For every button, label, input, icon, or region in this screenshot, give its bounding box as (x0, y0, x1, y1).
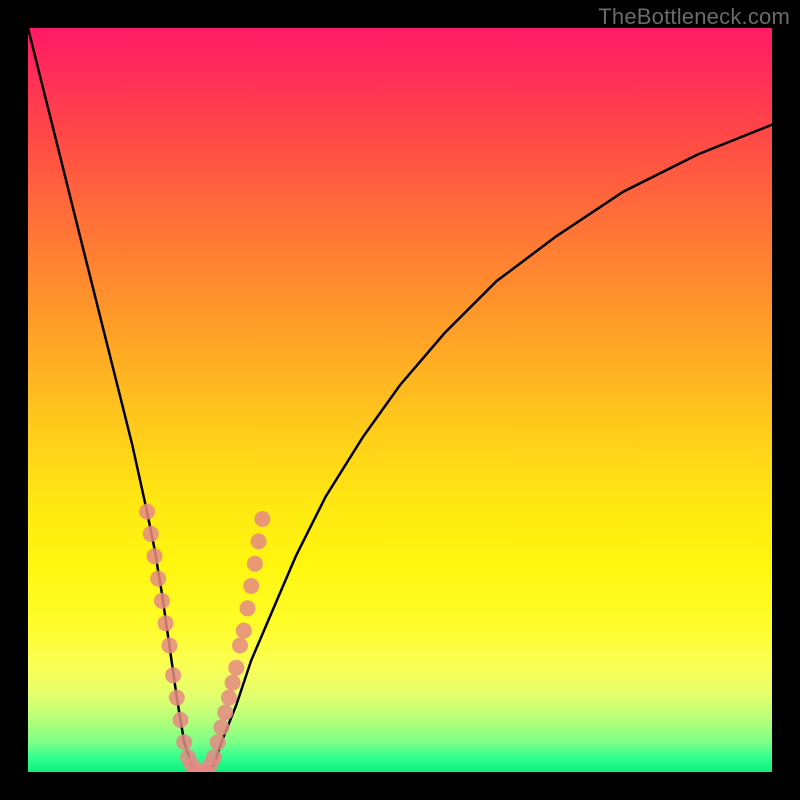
marker-dot (213, 719, 229, 735)
marker-dot (217, 705, 233, 721)
marker-dot (206, 749, 222, 765)
marker-dot (161, 638, 177, 654)
marker-dot (210, 734, 226, 750)
marker-dot (232, 638, 248, 654)
marker-dot (154, 593, 170, 609)
marker-dot (236, 623, 252, 639)
marker-dot (165, 667, 181, 683)
marker-dot (240, 600, 256, 616)
curve-markers (139, 504, 270, 772)
watermark-text: TheBottleneck.com (598, 4, 790, 30)
marker-dot (221, 690, 237, 706)
marker-dot (225, 675, 241, 691)
marker-dot (228, 660, 244, 676)
marker-dot (147, 548, 163, 564)
marker-dot (173, 712, 189, 728)
bottleneck-curve (28, 28, 772, 772)
marker-dot (251, 533, 267, 549)
marker-dot (158, 615, 174, 631)
marker-dot (139, 504, 155, 520)
marker-dot (169, 690, 185, 706)
marker-dot (143, 526, 159, 542)
marker-dot (243, 578, 259, 594)
marker-dot (247, 556, 263, 572)
marker-dot (176, 734, 192, 750)
chart-plot-area (28, 28, 772, 772)
marker-dot (150, 571, 166, 587)
chart-frame: TheBottleneck.com (0, 0, 800, 800)
marker-dot (254, 511, 270, 527)
chart-svg (28, 28, 772, 772)
